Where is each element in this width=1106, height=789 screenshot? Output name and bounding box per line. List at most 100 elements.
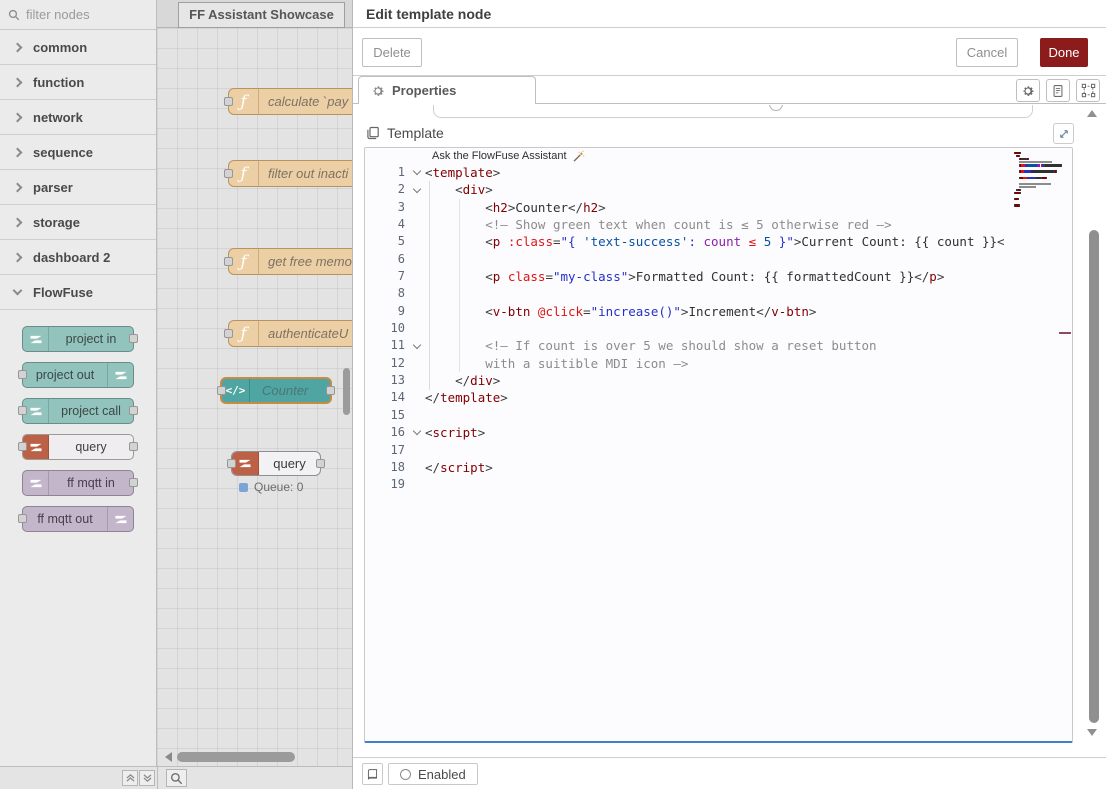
node-port[interactable]	[18, 442, 27, 451]
fold-chevron-icon[interactable]	[409, 337, 425, 354]
node-port[interactable]	[129, 478, 138, 487]
palette-category-dashboard-2[interactable]: dashboard 2	[0, 240, 156, 275]
node-port[interactable]	[129, 406, 138, 415]
tab-properties[interactable]: Properties	[358, 76, 536, 104]
node-port[interactable]	[224, 169, 233, 178]
description-button[interactable]	[1046, 79, 1070, 102]
editor-expand-button[interactable]	[1053, 123, 1074, 144]
node-help-button[interactable]	[362, 763, 383, 785]
assistant-hint-row[interactable]: Ask the FlowFuse Assistant	[365, 148, 1072, 164]
code-line[interactable]: 11 <!— If count is over 5 we should show…	[365, 337, 1072, 354]
palette-node-ff-mqtt-out[interactable]: ff mqtt out	[22, 506, 134, 532]
search-icon	[8, 9, 20, 21]
palette-category-network[interactable]: network	[0, 100, 156, 135]
node-port[interactable]	[316, 459, 325, 468]
node-red-editor: filter nodes common function network seq…	[0, 0, 1106, 789]
palette-category-function[interactable]: function	[0, 65, 156, 100]
palette-filter-input[interactable]: filter nodes	[0, 0, 156, 30]
code-text: </template>	[425, 389, 508, 406]
code-line[interactable]: 13 </div>	[365, 372, 1072, 389]
palette-category-sequence[interactable]: sequence	[0, 135, 156, 170]
code-line[interactable]: 6	[365, 251, 1072, 268]
code-line[interactable]: 15	[365, 407, 1072, 424]
node-port[interactable]	[18, 406, 27, 415]
function-icon: ƒ	[229, 161, 259, 186]
properties-settings-button[interactable]	[1016, 79, 1040, 102]
palette-category-common[interactable]: common	[0, 30, 156, 65]
node-port[interactable]	[18, 514, 27, 523]
scrollbar-thumb[interactable]	[177, 752, 295, 762]
code-line[interactable]: 3 <h2>Counter</h2>	[365, 199, 1072, 216]
palette-category-storage[interactable]: storage	[0, 205, 156, 240]
delete-button[interactable]: Delete	[362, 38, 422, 67]
flow-node-query[interactable]: query	[231, 451, 321, 476]
flow-canvas[interactable]: FF Assistant Showcase ƒ calculate `pay ƒ…	[157, 0, 352, 766]
function-icon: ƒ	[229, 249, 259, 274]
code-icon: </>	[222, 379, 250, 402]
canvas-zoom-button[interactable]	[166, 769, 187, 787]
code-line[interactable]: 17	[365, 442, 1072, 459]
line-number: 1	[365, 164, 409, 181]
flow-node-filter-out-inactive[interactable]: ƒ filter out inacti	[228, 160, 352, 187]
palette-node-project-call[interactable]: project call	[22, 398, 134, 424]
template-code-editor[interactable]: Ask the FlowFuse Assistant 1<template>2 …	[364, 147, 1073, 743]
done-button[interactable]: Done	[1040, 38, 1088, 67]
code-line[interactable]: 10	[365, 320, 1072, 337]
fold-chevron-icon[interactable]	[409, 424, 425, 441]
canvas-horizontal-scrollbar[interactable]	[157, 750, 352, 764]
cancel-button[interactable]: Cancel	[956, 38, 1018, 67]
flow-node-counter-selected[interactable]: </> Counter	[220, 377, 332, 404]
node-port[interactable]	[224, 329, 233, 338]
flow-node-authenticate-user[interactable]: ƒ authenticateU	[228, 320, 352, 347]
footer-divider	[157, 767, 158, 789]
editor-minimap[interactable]	[1014, 152, 1068, 210]
dialog-scroll-down-arrow[interactable]	[1087, 729, 1097, 736]
code-line[interactable]: 18</script>	[365, 459, 1072, 476]
code-line[interactable]: 19	[365, 476, 1072, 493]
fold-chevron-icon[interactable]	[409, 181, 425, 198]
code-line[interactable]: 1<template>	[365, 164, 1072, 181]
palette-category-parser[interactable]: parser	[0, 170, 156, 205]
palette-node-query[interactable]: query	[22, 434, 134, 460]
fold-chevron-icon[interactable]	[409, 164, 425, 181]
node-port[interactable]	[326, 386, 335, 395]
template-field-label: Template	[387, 125, 444, 141]
code-line[interactable]: 8	[365, 285, 1072, 302]
node-port[interactable]	[227, 459, 236, 468]
palette-collapse-up-button[interactable]	[122, 770, 138, 786]
code-line[interactable]: 14</template>	[365, 389, 1072, 406]
fold-gutter	[409, 476, 425, 493]
canvas-vertical-scrollbar[interactable]	[343, 368, 350, 415]
workspace-tab[interactable]: FF Assistant Showcase	[178, 2, 345, 28]
code-line[interactable]: 7 <p class="my-class">Formatted Count: {…	[365, 268, 1072, 285]
node-port[interactable]	[129, 334, 138, 343]
palette-category-flowfuse[interactable]: FlowFuse	[0, 275, 156, 310]
palette-node-project-in[interactable]: project in	[22, 326, 134, 352]
node-port[interactable]	[224, 97, 233, 106]
chevron-right-icon	[13, 217, 23, 227]
enabled-toggle-button[interactable]: Enabled	[388, 763, 478, 785]
dialog-scroll-up-arrow[interactable]	[1087, 110, 1097, 117]
status-dot	[239, 483, 248, 492]
code-line[interactable]: 9 <v-btn @click="increase()">Increment</…	[365, 303, 1072, 320]
flow-node-get-free-memory[interactable]: ƒ get free memo	[228, 248, 352, 275]
node-port[interactable]	[18, 370, 27, 379]
scroll-left-arrow-icon[interactable]	[165, 752, 172, 762]
palette-node-ff-mqtt-in[interactable]: ff mqtt in	[22, 470, 134, 496]
palette-collapse-down-button[interactable]	[139, 770, 155, 786]
node-port[interactable]	[217, 386, 226, 395]
code-line[interactable]: 4 <!— Show green text when count is ≤ 5 …	[365, 216, 1072, 233]
node-port[interactable]	[129, 442, 138, 451]
line-number: 6	[365, 251, 409, 268]
node-port[interactable]	[224, 257, 233, 266]
code-line[interactable]: 5 <p :class="{ 'text-success': count ≤ 5…	[365, 233, 1072, 250]
tab-properties-label: Properties	[392, 83, 456, 98]
code-line[interactable]: 16<script>	[365, 424, 1072, 441]
dialog-scrollbar-thumb[interactable]	[1089, 230, 1099, 723]
scrolled-form-field[interactable]	[433, 105, 1033, 118]
code-line[interactable]: 2 <div>	[365, 181, 1072, 198]
appearance-button[interactable]	[1076, 79, 1100, 102]
flow-node-calculate-payload[interactable]: ƒ calculate `pay	[228, 88, 352, 115]
palette-node-project-out[interactable]: project out	[22, 362, 134, 388]
code-line[interactable]: 12 with a suitible MDI icon —>	[365, 355, 1072, 372]
